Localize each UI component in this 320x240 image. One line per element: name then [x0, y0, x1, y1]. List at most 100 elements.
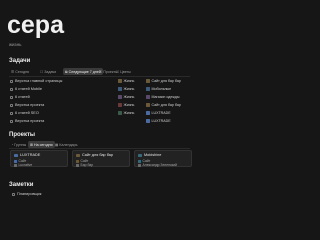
- task-project-link[interactable]: Сайт для бар бар: [146, 78, 181, 84]
- project-meta: Lucrative: [14, 163, 32, 167]
- tab-calendar[interactable]: ▦ Календарь: [53, 141, 80, 148]
- checkbox-icon[interactable]: [10, 119, 13, 123]
- tab-today[interactable]: ☰ Сегодня: [9, 68, 31, 75]
- tab-colors[interactable]: ☐ Цветы: [114, 68, 133, 75]
- task-title: Верстка проекта: [15, 103, 45, 107]
- note-icon: [12, 192, 15, 196]
- tab-tasks[interactable]: ☐ Задачи: [38, 68, 58, 75]
- task-project-link[interactable]: Сайт для бар бар: [146, 102, 181, 108]
- checkbox-icon[interactable]: [10, 95, 13, 99]
- task-row[interactable]: 6 статей: [10, 94, 30, 100]
- folder-icon: [118, 87, 122, 91]
- meta-label: Александр Зеленский: [142, 163, 177, 167]
- folder-icon: [118, 95, 122, 99]
- checkbox-icon[interactable]: [10, 103, 13, 107]
- project-name: Mobishine: [144, 153, 162, 157]
- project-card[interactable]: LUXTRADE Сайт Lucrative: [10, 150, 68, 167]
- task-row[interactable]: Верстка проекта: [10, 118, 44, 124]
- project-icon: [146, 79, 150, 83]
- checkbox-icon[interactable]: [10, 79, 13, 83]
- task-row[interactable]: 6 статей SEO: [10, 110, 39, 116]
- project-icon: [146, 111, 150, 115]
- page-title: сера: [7, 11, 64, 39]
- task-project-link[interactable]: LUXTRADE: [146, 118, 171, 124]
- tag-label: Жизнь: [123, 95, 135, 99]
- meta-label: Бар бар: [80, 163, 94, 167]
- project-label: Магазин одежды: [151, 95, 180, 99]
- tab-label: Цветы: [120, 69, 131, 74]
- project-label: LUXTRADE: [151, 119, 171, 123]
- task-row[interactable]: 6 статей Mobile: [10, 86, 42, 92]
- list-icon: ☰: [11, 69, 15, 74]
- notes-section-title: Заметки: [9, 182, 34, 188]
- task-project-link[interactable]: LUXTRADE: [146, 110, 171, 116]
- project-meta: Александр Зеленский: [138, 163, 177, 167]
- task-title: Верстка главной страницы: [15, 79, 63, 83]
- project-icon: [138, 153, 142, 157]
- divider: [9, 148, 190, 149]
- task-tag[interactable]: Жизнь: [118, 102, 134, 108]
- calendar-icon: ▦: [55, 142, 59, 147]
- tag-label: Жизнь: [123, 79, 135, 83]
- folder-icon: [118, 103, 122, 107]
- board-icon: ⧉: [65, 69, 68, 74]
- folder-icon: [118, 111, 122, 115]
- meta-label: Lucrative: [18, 163, 33, 167]
- tab-label: На сегодня: [34, 142, 53, 147]
- tab-label: Следующие 7 дней: [68, 69, 101, 74]
- checkbox-icon[interactable]: [10, 87, 13, 91]
- divider: [9, 76, 190, 77]
- project-label: Мобильные: [151, 87, 172, 91]
- project-icon: [146, 103, 150, 107]
- tag-label: Жизнь: [123, 103, 135, 107]
- project-label: Сайт для бар бар: [151, 79, 181, 83]
- task-title: 6 статей Mobile: [15, 87, 42, 91]
- project-meta: Бар бар: [76, 163, 93, 167]
- project-icon: [14, 153, 18, 157]
- client-icon: [76, 163, 79, 167]
- notes-item[interactable]: Планировщик: [12, 192, 41, 196]
- task-project-link[interactable]: Мобильные: [146, 86, 171, 92]
- tag-label: Жизнь: [123, 87, 135, 91]
- tag-label: Жизнь: [123, 111, 135, 115]
- checkbox-icon: ☐: [116, 69, 120, 74]
- task-tag[interactable]: Жизнь: [118, 86, 134, 92]
- page-subtitle: жизнь: [9, 42, 22, 47]
- tab-for-today[interactable]: ⊞ На сегодня: [28, 141, 55, 148]
- task-project-link[interactable]: Магазин одежды: [146, 94, 179, 100]
- project-label: Сайт для бар бар: [151, 103, 181, 107]
- checkbox-icon: ☐: [40, 69, 44, 74]
- project-icon: [76, 153, 80, 157]
- task-row[interactable]: Верстка проекта: [10, 102, 44, 108]
- task-tag[interactable]: Жизнь: [118, 110, 134, 116]
- tab-label: Календарь: [59, 142, 78, 147]
- clock-icon: ◔: [11, 142, 14, 147]
- client-icon: [14, 163, 17, 167]
- client-icon: [138, 163, 141, 167]
- task-title: 6 статей SEO: [15, 111, 39, 115]
- projects-section-title: Проекты: [9, 132, 36, 138]
- tab-label: Сегодня: [15, 69, 30, 74]
- task-tag[interactable]: Жизнь: [118, 94, 134, 100]
- project-icon: [146, 87, 150, 91]
- checkbox-icon[interactable]: [10, 111, 13, 115]
- project-label: LUXTRADE: [151, 111, 171, 115]
- task-title: 6 статей: [15, 95, 30, 99]
- project-card[interactable]: Сайт для бар бар Сайт Бар бар: [72, 150, 130, 167]
- grid-icon: ⊞: [30, 142, 34, 147]
- folder-icon: [118, 79, 122, 83]
- task-title: Верстка проекта: [15, 119, 45, 123]
- project-card[interactable]: Mobishine Сайт Александр Зеленский: [134, 150, 192, 167]
- tasks-section-title: Задачи: [9, 58, 31, 64]
- tab-groups[interactable]: ◔ Группы: [9, 141, 28, 148]
- project-icon: [146, 95, 150, 99]
- checkbox-icon: ☐: [99, 69, 103, 74]
- project-icon: [146, 119, 150, 123]
- task-tag[interactable]: Жизнь: [118, 78, 134, 84]
- tab-label: Задачи: [44, 69, 57, 74]
- tab-label: Группы: [14, 142, 27, 147]
- project-name: LUXTRADE: [20, 153, 41, 157]
- project-name: Сайт для бар бар: [82, 153, 114, 157]
- note-label: Планировщик: [17, 192, 42, 196]
- task-row[interactable]: Верстка главной страницы: [10, 78, 62, 84]
